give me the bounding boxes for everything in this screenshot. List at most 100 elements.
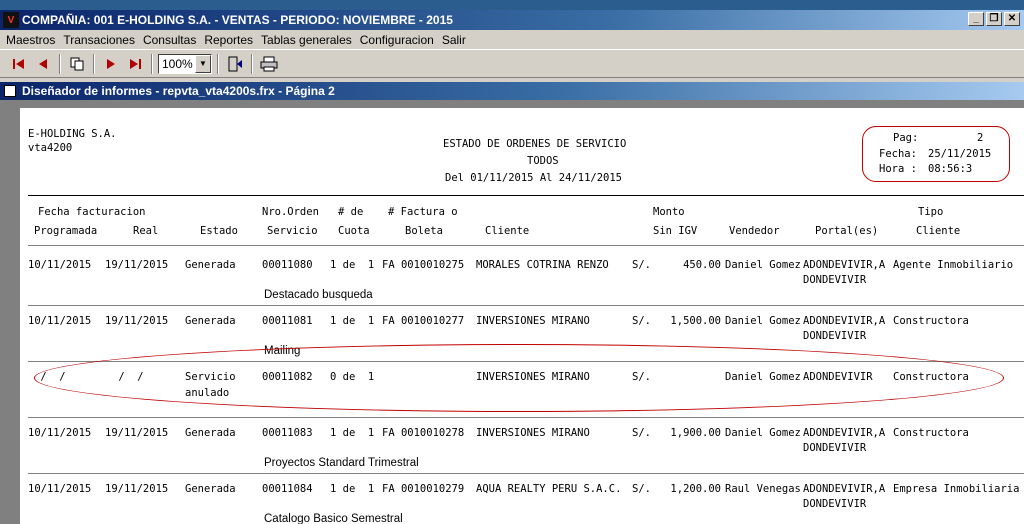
row-separator bbox=[28, 473, 1024, 474]
desktop-strip bbox=[0, 0, 1024, 10]
col-portales: Portal(es) bbox=[815, 225, 879, 237]
preview-toolbar: 100% ▼ bbox=[0, 51, 1024, 78]
menu-salir[interactable]: Salir bbox=[438, 33, 470, 47]
col-programada: Programada bbox=[34, 225, 98, 237]
row-portal: ADONDEVIVIR,A bbox=[803, 483, 886, 495]
app-title-bar[interactable]: V COMPAÑIA: 001 E-HOLDING S.A. - VENTAS … bbox=[0, 10, 1024, 30]
date-label: Fecha: bbox=[879, 148, 917, 160]
col-vendedor: Vendedor bbox=[729, 225, 780, 237]
col-tipo: Tipo bbox=[918, 206, 944, 218]
row-estado: Generada bbox=[185, 259, 236, 271]
report-window-title: Diseñador de informes - repvta_vta4200s.… bbox=[22, 84, 335, 98]
time-label: Hora : bbox=[879, 163, 917, 175]
toolbar-separator bbox=[59, 54, 61, 74]
header-top-rule bbox=[28, 195, 1024, 196]
row-vendedor: Daniel Gomez bbox=[725, 427, 801, 439]
row-estado: Servicio bbox=[185, 371, 236, 383]
zoom-value: 100% bbox=[162, 57, 193, 71]
close-preview-icon[interactable] bbox=[224, 53, 246, 75]
col-cliente: Cliente bbox=[485, 225, 530, 237]
row-estado: Generada bbox=[185, 427, 236, 439]
report-code: vta4200 bbox=[28, 142, 73, 154]
last-page-icon[interactable] bbox=[124, 53, 146, 75]
row-cliente: INVERSIONES MIRANO bbox=[476, 371, 590, 383]
row-cliente: INVERSIONES MIRANO bbox=[476, 427, 590, 439]
menu-transaciones[interactable]: Transaciones bbox=[59, 33, 139, 47]
row-real: 19/11/2015 bbox=[105, 483, 169, 495]
row-tipo: Empresa Inmobiliaria bbox=[893, 483, 1020, 495]
row-programada: 10/11/2015 bbox=[28, 483, 92, 495]
row-portal: ADONDEVIVIR bbox=[803, 371, 873, 383]
app-title: COMPAÑIA: 001 E-HOLDING S.A. - VENTAS - … bbox=[22, 13, 453, 27]
col-real: Real bbox=[133, 225, 159, 237]
row-vendedor: Daniel Gomez bbox=[725, 259, 801, 271]
toolbar-separator bbox=[217, 54, 219, 74]
row-monto: 1,500.00 bbox=[670, 315, 721, 327]
row-orden: 00011081 bbox=[262, 315, 313, 327]
toolbar-separator bbox=[251, 54, 253, 74]
row-portal-2: DONDEVIVIR bbox=[803, 330, 867, 342]
row-portal-2: DONDEVIVIR bbox=[803, 498, 867, 510]
row-doc: FA 0010010279 bbox=[382, 483, 465, 495]
minimize-icon[interactable]: _ bbox=[968, 12, 984, 26]
row-cliente: INVERSIONES MIRANO bbox=[476, 315, 590, 327]
row-cuota: 1 de 1 bbox=[330, 483, 375, 495]
row-tipo: Constructora bbox=[893, 427, 969, 439]
row-separator bbox=[28, 305, 1024, 306]
col-nro-orden: Nro.Orden bbox=[262, 206, 319, 218]
toolbar-separator bbox=[151, 54, 153, 74]
report-window-title-bar[interactable]: Diseñador de informes - repvta_vta4200s.… bbox=[0, 82, 1024, 100]
row-portal: ADONDEVIVIR,A bbox=[803, 259, 886, 271]
col-monto: Monto bbox=[653, 206, 685, 218]
print-icon[interactable] bbox=[258, 53, 280, 75]
menu-bar: Maestros Transaciones Consultas Reportes… bbox=[0, 30, 1024, 50]
chevron-down-icon[interactable]: ▼ bbox=[195, 55, 211, 73]
row-portal-2: DONDEVIVIR bbox=[803, 274, 867, 286]
close-icon[interactable]: ✕ bbox=[1004, 12, 1020, 26]
row-cuota: 1 de 1 bbox=[330, 315, 375, 327]
report-window-icon bbox=[4, 85, 16, 97]
prev-page-icon[interactable] bbox=[32, 53, 54, 75]
row-cuota: 0 de 1 bbox=[330, 371, 375, 383]
row-tipo: Constructora bbox=[893, 371, 969, 383]
row-real: 19/11/2015 bbox=[105, 315, 169, 327]
row-estado-2: anulado bbox=[185, 387, 230, 399]
report-title: ESTADO DE ORDENES DE SERVICIO bbox=[443, 138, 627, 150]
col-servicio: Servicio bbox=[267, 225, 318, 237]
header-bottom-rule bbox=[28, 245, 1024, 246]
menu-maestros[interactable]: Maestros bbox=[2, 33, 59, 47]
row-estado: Generada bbox=[185, 315, 236, 327]
zoom-select[interactable]: 100% ▼ bbox=[158, 54, 212, 74]
restore-icon[interactable]: ❐ bbox=[986, 12, 1002, 26]
date-value: 25/11/2015 bbox=[928, 148, 992, 160]
menu-consultas[interactable]: Consultas bbox=[139, 33, 200, 47]
row-doc: FA 0010010277 bbox=[382, 315, 465, 327]
col-factura-o: # Factura o bbox=[388, 206, 458, 218]
copy-icon[interactable] bbox=[66, 53, 88, 75]
col-boleta: Boleta bbox=[405, 225, 443, 237]
report-subtitle: TODOS bbox=[527, 155, 559, 167]
row-tipo: Constructora bbox=[893, 315, 969, 327]
row-real: / / bbox=[112, 371, 144, 383]
row-moneda: S/. bbox=[632, 371, 651, 383]
row-orden: 00011080 bbox=[262, 259, 313, 271]
row-monto: 450.00 bbox=[683, 259, 721, 271]
menu-configuracion[interactable]: Configuracion bbox=[356, 33, 438, 47]
menu-tablas-generales[interactable]: Tablas generales bbox=[257, 33, 356, 47]
toolbar-separator bbox=[93, 54, 95, 74]
menu-reportes[interactable]: Reportes bbox=[200, 33, 257, 47]
row-programada: 10/11/2015 bbox=[28, 427, 92, 439]
row-doc: FA 0010010275 bbox=[382, 259, 465, 271]
first-page-icon[interactable] bbox=[8, 53, 30, 75]
app-logo-icon: V bbox=[3, 12, 19, 28]
row-orden: 00011083 bbox=[262, 427, 313, 439]
row-estado: Generada bbox=[185, 483, 236, 495]
row-cuota: 1 de 1 bbox=[330, 427, 375, 439]
col-sin-igv: Sin IGV bbox=[653, 225, 698, 237]
next-page-icon[interactable] bbox=[100, 53, 122, 75]
row-cliente: MORALES COTRINA RENZO bbox=[476, 259, 609, 271]
row-real: 19/11/2015 bbox=[105, 427, 169, 439]
row-programada: 10/11/2015 bbox=[28, 259, 92, 271]
col-estado: Estado bbox=[200, 225, 238, 237]
report-page[interactable]: E-HOLDING S.A. vta4200 ESTADO DE ORDENES… bbox=[20, 108, 1024, 524]
